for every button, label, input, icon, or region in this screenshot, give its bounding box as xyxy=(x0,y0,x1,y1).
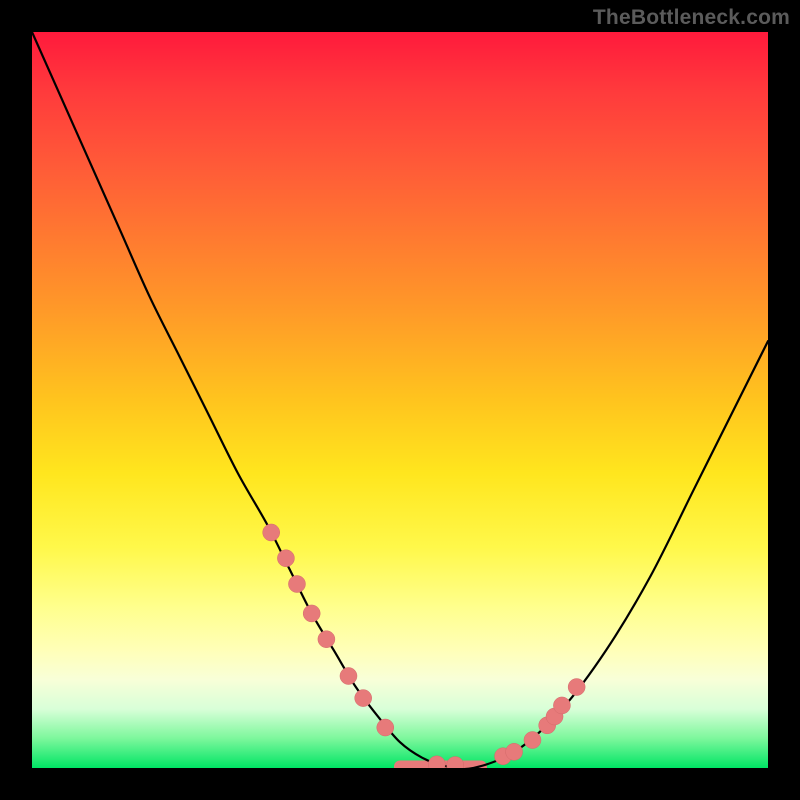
marker-dot xyxy=(288,576,305,593)
marker-dot xyxy=(568,679,585,696)
marker-dot xyxy=(377,719,394,736)
marker-dot xyxy=(318,631,335,648)
marker-dot xyxy=(428,756,445,768)
marker-dot xyxy=(524,732,541,749)
bottleneck-chart xyxy=(32,32,768,768)
bottleneck-curve-line xyxy=(32,32,768,768)
plot-area xyxy=(32,32,768,768)
marker-dots-group xyxy=(263,524,585,768)
marker-dot xyxy=(340,668,357,685)
marker-dot xyxy=(447,757,464,768)
marker-dot xyxy=(355,690,372,707)
marker-dot xyxy=(277,550,294,567)
marker-dot xyxy=(303,605,320,622)
watermark-text: TheBottleneck.com xyxy=(593,6,790,30)
chart-frame: TheBottleneck.com xyxy=(0,0,800,800)
marker-dot xyxy=(553,697,570,714)
marker-dot xyxy=(263,524,280,541)
marker-dot xyxy=(506,743,523,760)
